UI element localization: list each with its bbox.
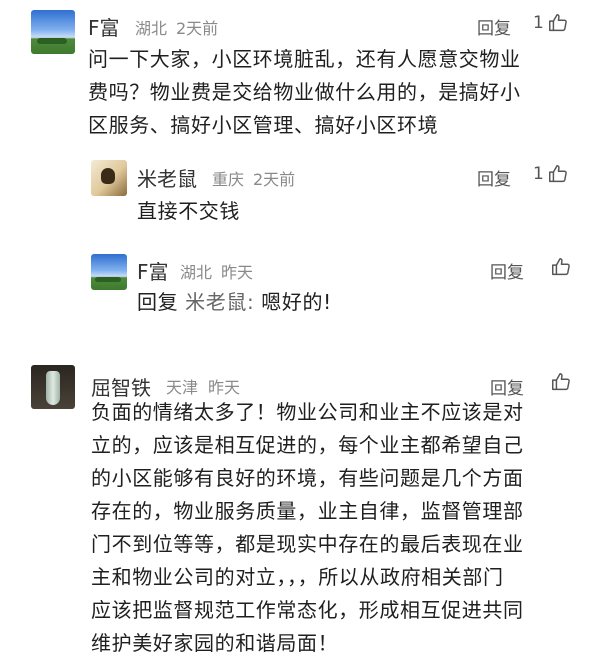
comment-time: 昨天 [221,263,254,282]
comment-time: 2天前 [253,170,296,189]
avatar[interactable] [91,254,127,290]
commenter-name[interactable]: 米老鼠 [137,163,197,192]
commenter-location: 重庆 [212,170,245,189]
thumbs-up-icon [552,373,570,391]
avatar[interactable] [31,10,75,54]
comment-text: 负面的情绪太多了！物业公司和业主不应该是对 立的，应该是相互促进的，每个业主都希… [91,396,591,660]
like-count: 1 [533,164,544,184]
thumbs-up-icon [548,165,567,183]
comment-text-line: 存在的，物业服务质量，业主自律，监督管理部 [91,499,524,523]
comment-text-line: 维护美好家园的和谐局面！ [91,631,339,655]
comment-text-line: 立的，应该是相互促进的，每个业主都希望自己 [91,433,524,457]
avatar[interactable] [91,160,127,196]
comment-text: 直接不交钱 [137,199,240,223]
commenter-location: 天津 [166,378,199,397]
comment-text-line: 负面的情绪太多了！物业公司和业主不应该是对 [91,400,524,424]
like-count: 1 [533,13,544,33]
comment-text-line: 问一下大家，小区环境脏乱，还有人愿意交物业 [88,47,521,71]
comment-text-line: 费吗？物业费是交给物业做什么用的，是搞好小 [88,80,521,104]
commenter-location: 湖北 [135,19,168,38]
comment-text-line: 应该把监督规范工作常态化，形成相互促进共同 [91,598,524,622]
commenter-name[interactable]: F富 [88,12,120,41]
comment-text-line: 主和物业公司的对立，，，所以从政府相关部门 [91,565,504,589]
thumbs-up-icon [548,14,567,32]
thumbs-up-icon [552,258,570,276]
like-button[interactable] [547,371,572,393]
reply-prefix: 回复 [137,290,179,314]
like-button[interactable]: 1 [533,12,569,34]
commenter-name[interactable]: F富 [137,256,169,285]
reply-button[interactable]: 回复 [490,258,524,283]
avatar[interactable] [31,365,75,409]
comment-text-line: 门不到位等等，都是现实中存在的最后表现在业 [91,532,524,556]
comment-text-line: 的小区能够有良好的环境，有些问题是几个方面 [91,466,524,490]
reply-button[interactable]: 回复 [477,14,511,39]
reply-button[interactable]: 回复 [477,165,511,190]
comment-text-line: 区服务、搞好小区管理、搞好小区环境 [88,113,439,137]
comment-text: 回复 米老鼠: 嗯好的! [137,286,332,319]
like-button[interactable] [547,256,572,278]
mention-link[interactable]: 米老鼠: [185,290,254,314]
commenter-location: 湖北 [180,263,213,282]
comment-time: 昨天 [208,378,241,397]
like-button[interactable]: 1 [533,163,569,185]
comment-text-body: 嗯好的! [261,290,332,314]
comment-time: 2天前 [176,19,219,38]
comment-text: 问一下大家，小区环境脏乱，还有人愿意交物业 费吗？物业费是交给物业做什么用的，是… [88,43,588,142]
